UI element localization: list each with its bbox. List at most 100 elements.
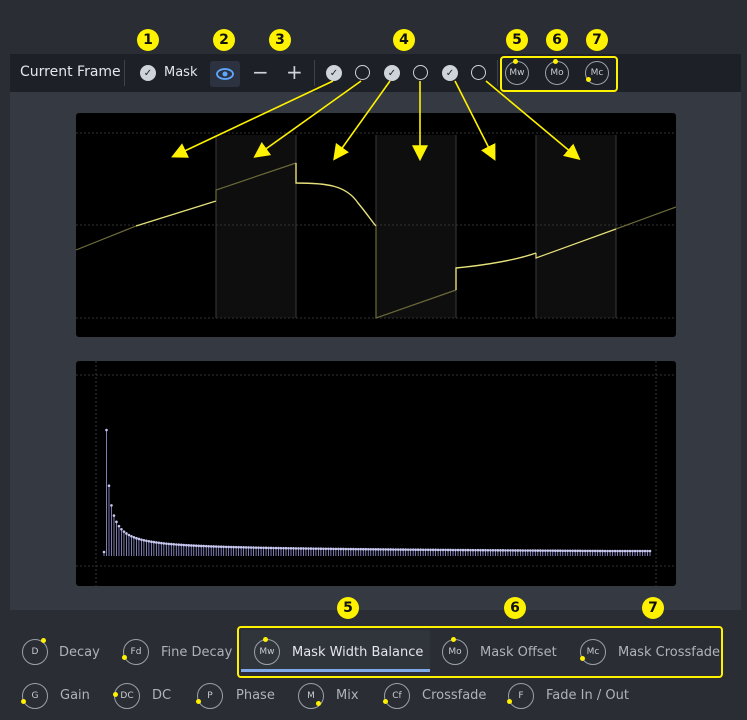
fade-in-out-knob[interactable]: F bbox=[507, 683, 534, 709]
harmonic-point bbox=[471, 548, 475, 552]
harmonic-point bbox=[357, 547, 360, 551]
harmonic-point bbox=[409, 548, 412, 551]
decay-knob[interactable]: D bbox=[22, 638, 48, 665]
harmonic-point bbox=[484, 548, 487, 552]
mask-offset-knob-bottom[interactable]: Mo bbox=[442, 637, 468, 665]
harmonic-point bbox=[371, 548, 375, 551]
harmonic-point bbox=[167, 542, 171, 546]
harmonic-point bbox=[110, 504, 113, 507]
harmonic-point bbox=[249, 546, 253, 549]
harmonic-point bbox=[529, 549, 532, 552]
harmonic-point bbox=[461, 548, 465, 552]
phase-label: Phase bbox=[236, 688, 275, 703]
mask-width-balance-knob[interactable]: Mw bbox=[254, 637, 280, 665]
harmonic-point bbox=[155, 541, 158, 544]
harmonic-point bbox=[419, 548, 422, 552]
harmonic-point bbox=[369, 547, 373, 551]
mix-knob[interactable]: M bbox=[298, 683, 324, 709]
harmonic-point bbox=[224, 545, 228, 549]
harmonic-point bbox=[120, 527, 123, 531]
harmonic-point bbox=[252, 546, 255, 549]
harmonic-point bbox=[543, 549, 547, 552]
harmonic-point bbox=[302, 547, 305, 550]
gain-knob[interactable]: G bbox=[21, 683, 48, 709]
harmonic-point bbox=[628, 549, 632, 553]
harmonic-point bbox=[107, 484, 111, 488]
harmonic-point bbox=[292, 547, 295, 550]
fine-decay-label: Fine Decay bbox=[161, 645, 233, 660]
mask-crossfade-knob-bottom[interactable]: Mc bbox=[580, 639, 606, 665]
harmonic-point bbox=[539, 549, 542, 552]
harmonic-point bbox=[259, 546, 263, 550]
harmonic-point bbox=[381, 548, 385, 551]
harmonic-point bbox=[399, 548, 402, 551]
harmonic-point bbox=[334, 547, 338, 551]
harmonic-point bbox=[451, 548, 455, 552]
harmonic-point bbox=[489, 548, 492, 552]
harmonic-point bbox=[551, 549, 555, 552]
harmonic-point bbox=[424, 548, 427, 552]
harmonic-point bbox=[524, 549, 527, 552]
harmonic-point bbox=[137, 537, 141, 541]
harmonic-point bbox=[643, 549, 647, 553]
harmonic-point bbox=[274, 546, 278, 550]
harmonic-point bbox=[631, 549, 634, 553]
mask-width-balance-label[interactable]: Mask Width Balance bbox=[292, 645, 423, 660]
harmonic-point bbox=[531, 549, 535, 552]
harmonic-point bbox=[147, 539, 151, 543]
callout-6-bottom: 6 bbox=[504, 597, 526, 619]
harmonic-point bbox=[546, 549, 550, 552]
harmonic-point bbox=[279, 546, 283, 550]
harmonic-point bbox=[282, 546, 285, 550]
harmonic-point bbox=[396, 548, 400, 551]
harmonic-point bbox=[593, 549, 597, 553]
harmonic-point bbox=[182, 543, 186, 547]
harmonic-point bbox=[558, 549, 562, 553]
harmonic-point bbox=[184, 543, 188, 547]
harmonic-point bbox=[237, 545, 240, 549]
harmonic-point bbox=[257, 546, 260, 549]
harmonic-point bbox=[239, 545, 243, 549]
harmonic-point bbox=[576, 549, 579, 553]
harmonic-point bbox=[501, 549, 505, 552]
harmonic-point bbox=[312, 547, 315, 550]
harmonic-spectrum-graph bbox=[76, 361, 676, 586]
harmonic-point bbox=[287, 546, 290, 550]
harmonic-point bbox=[219, 545, 223, 549]
harmonic-point bbox=[115, 520, 118, 524]
harmonic-point bbox=[511, 549, 515, 552]
harmonic-point bbox=[366, 547, 370, 551]
harmonic-point bbox=[431, 548, 435, 552]
harmonic-point bbox=[324, 547, 328, 551]
dc-knob[interactable]: DC bbox=[113, 683, 140, 709]
harmonic-point bbox=[112, 514, 116, 517]
harmonic-point bbox=[499, 549, 502, 552]
crossfade-knob[interactable]: Cf bbox=[383, 683, 410, 709]
harmonic-point bbox=[611, 549, 614, 553]
harmonic-point bbox=[521, 549, 525, 552]
harmonic-point bbox=[135, 536, 138, 540]
harmonic-point bbox=[289, 546, 293, 550]
harmonic-point bbox=[374, 548, 378, 551]
harmonic-point bbox=[207, 544, 211, 548]
harmonic-point bbox=[354, 547, 358, 551]
harmonic-point bbox=[613, 549, 617, 553]
fine-decay-knob[interactable]: Fd bbox=[122, 639, 149, 665]
harmonic-point bbox=[556, 549, 560, 553]
harmonic-point bbox=[284, 546, 288, 550]
harmonic-point bbox=[160, 541, 163, 545]
knob-abbr: DC bbox=[120, 691, 134, 701]
harmonic-point bbox=[436, 548, 440, 552]
harmonic-point bbox=[299, 547, 303, 550]
phase-knob[interactable]: P bbox=[196, 683, 223, 709]
mask-offset-label[interactable]: Mask Offset bbox=[480, 645, 557, 660]
harmonic-point bbox=[145, 539, 148, 543]
mask-crossfade-label[interactable]: Mask Crossfade bbox=[618, 645, 720, 660]
harmonic-point bbox=[314, 547, 318, 550]
harmonic-point bbox=[633, 549, 637, 553]
harmonic-point bbox=[199, 544, 203, 548]
harmonic-point bbox=[379, 548, 383, 551]
harmonic-point bbox=[172, 542, 176, 546]
harmonic-point bbox=[441, 548, 445, 552]
spectrum-display[interactable] bbox=[76, 361, 676, 586]
